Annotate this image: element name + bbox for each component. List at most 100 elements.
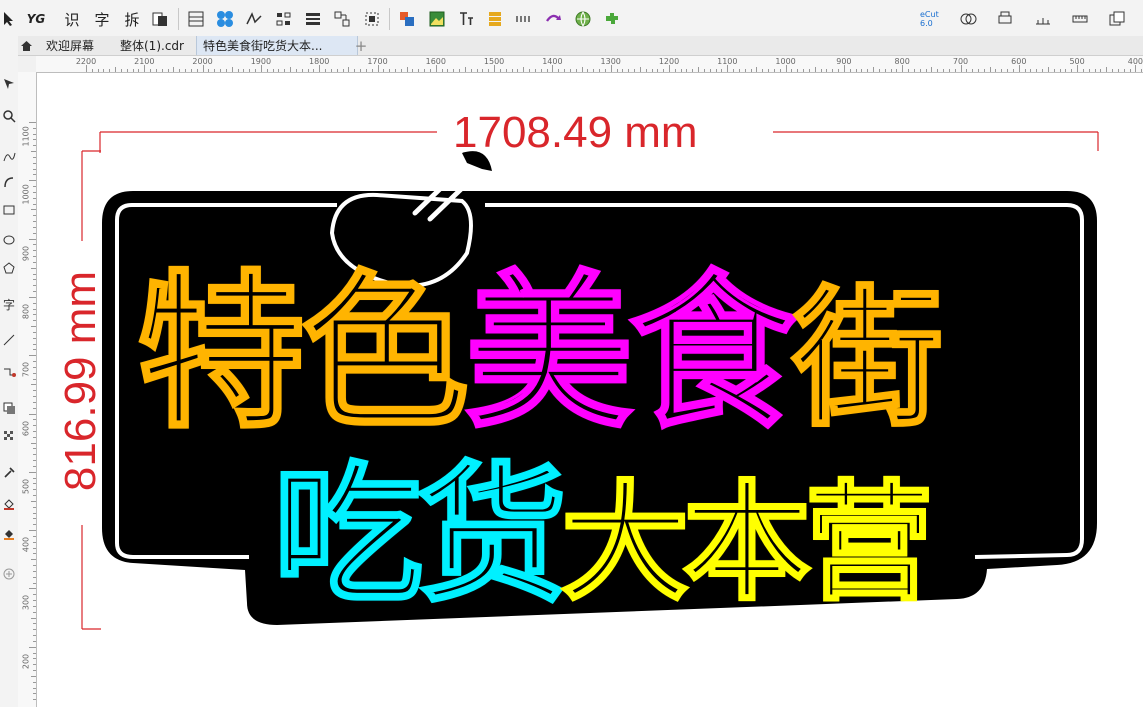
recognize-tool[interactable]: 识 xyxy=(60,8,84,30)
ruler-tick xyxy=(564,69,566,72)
arrow-icon[interactable] xyxy=(542,8,566,30)
window-icon[interactable] xyxy=(1105,8,1129,30)
ruler-tick xyxy=(558,69,560,72)
ruler-tick xyxy=(33,378,36,380)
ruler-tick xyxy=(33,553,36,555)
ruler-tick xyxy=(325,69,327,72)
ruler-tick xyxy=(703,69,705,72)
ruler-tick xyxy=(29,530,36,532)
shape-icon[interactable] xyxy=(956,8,980,30)
globe-icon[interactable] xyxy=(571,8,595,30)
new-tab-button[interactable]: + xyxy=(352,36,370,55)
group-icon[interactable] xyxy=(330,8,354,30)
polygon-icon[interactable] xyxy=(0,258,18,278)
arrange-icon[interactable] xyxy=(395,8,419,30)
rectangle-icon[interactable] xyxy=(0,200,18,220)
ruler-tick xyxy=(499,69,501,72)
ruler-tick xyxy=(657,69,659,72)
ruler-tick xyxy=(336,69,338,72)
print-icon[interactable] xyxy=(993,8,1017,30)
ruler-tick xyxy=(31,675,36,677)
table-icon[interactable] xyxy=(184,8,208,30)
ruler-tick xyxy=(482,69,484,72)
ellipse-icon[interactable] xyxy=(0,230,18,250)
horizontal-ruler[interactable]: 2200 2100 2000 1900 1800 1700 1600 1500 1400 1300… xyxy=(36,56,1143,73)
ruler-tick xyxy=(960,65,962,72)
ruler-tick xyxy=(33,407,36,409)
ruler-tick xyxy=(354,69,356,72)
text-tool[interactable]: 字 xyxy=(90,8,114,30)
zoom-icon[interactable] xyxy=(0,106,18,126)
ruler-v-label: 200 xyxy=(21,653,31,669)
tab-document-1[interactable]: 整体(1).cdr xyxy=(118,36,186,55)
drawing-canvas[interactable]: 1708.49 mm 816.99 mm 特色美食街 吃货大本营 xyxy=(37,73,1143,707)
measure-icon[interactable] xyxy=(1031,8,1055,30)
curve-icon[interactable] xyxy=(0,172,18,192)
ruler-v-label: 900 xyxy=(21,245,31,261)
line-icon[interactable] xyxy=(0,330,18,350)
eyedropper-icon[interactable] xyxy=(0,462,18,482)
yg-plugin-icon[interactable]: YG xyxy=(24,8,48,30)
pointer-icon[interactable] xyxy=(1,8,17,30)
ruler-corner[interactable] xyxy=(18,56,37,73)
text-tool-icon[interactable]: 字 xyxy=(0,294,18,314)
ruler-tick xyxy=(31,326,36,328)
ruler-tick xyxy=(587,69,589,72)
split-tool[interactable]: 拆 xyxy=(120,8,144,30)
pattern-icon[interactable] xyxy=(213,8,237,30)
ruler-tick xyxy=(873,67,875,72)
ruler-tick xyxy=(529,69,531,72)
ruler-tick xyxy=(33,425,36,427)
ruler-tick xyxy=(1112,69,1114,72)
ruler-tick xyxy=(1024,69,1026,72)
ruler-tick xyxy=(31,267,36,269)
ruler-tick xyxy=(33,343,36,345)
ruler-tick xyxy=(33,390,36,392)
outline-fill-icon[interactable] xyxy=(0,524,18,544)
ruler-tick xyxy=(470,69,472,72)
shape-tool-icon[interactable] xyxy=(0,74,18,94)
copy-icon[interactable] xyxy=(148,8,172,30)
add-tool-icon[interactable] xyxy=(0,564,18,584)
ruler-tick xyxy=(29,413,36,415)
freehand-icon[interactable] xyxy=(0,146,18,166)
ruler-icon[interactable] xyxy=(1068,8,1092,30)
ruler-tick xyxy=(144,65,146,72)
path-icon[interactable] xyxy=(242,8,266,30)
text-format-icon[interactable] xyxy=(454,8,478,30)
select-frame-icon[interactable] xyxy=(360,8,384,30)
vertical-ruler[interactable]: 1100 1000 900 800 700 600 500 400 300 200 xyxy=(18,72,37,707)
ruler-tick xyxy=(523,67,525,72)
tab-active-document[interactable]: 特色美食街吃货大本... xyxy=(196,36,358,55)
image-icon[interactable] xyxy=(425,8,449,30)
puzzle-icon[interactable] xyxy=(600,8,624,30)
ruler-tick xyxy=(1123,69,1125,72)
neon-text-dabenying: 大本营 xyxy=(560,469,935,618)
ruler-tick xyxy=(33,605,36,607)
fill-icon[interactable] xyxy=(0,494,18,514)
tab-welcome[interactable]: 欢迎屏幕 xyxy=(44,36,96,55)
transparency-icon[interactable] xyxy=(0,426,18,446)
connector-icon[interactable] xyxy=(0,362,18,382)
ruler-tick xyxy=(686,69,688,72)
ruler-v-label: 500 xyxy=(21,478,31,494)
ruler-tick xyxy=(260,65,262,72)
home-icon[interactable] xyxy=(20,36,34,55)
ruler-tick xyxy=(616,69,618,72)
ruler-tick xyxy=(237,69,239,72)
ruler-tick xyxy=(29,471,36,473)
list-icon[interactable] xyxy=(483,8,507,30)
ruler-tick xyxy=(406,67,408,72)
shadow-icon[interactable] xyxy=(0,398,18,418)
ruler-tick xyxy=(785,65,787,72)
distribute-icon[interactable] xyxy=(301,8,325,30)
ruler-tick xyxy=(651,69,653,72)
ecut-icon[interactable]: eCut 6.0 xyxy=(920,8,944,30)
ruler-tick xyxy=(972,69,974,72)
ruler-tick xyxy=(779,69,781,72)
ruler-tick xyxy=(878,69,880,72)
align-icon[interactable] xyxy=(272,8,296,30)
grid-icon[interactable] xyxy=(512,8,536,30)
ruler-tick xyxy=(733,69,735,72)
ruler-tick xyxy=(97,69,99,72)
